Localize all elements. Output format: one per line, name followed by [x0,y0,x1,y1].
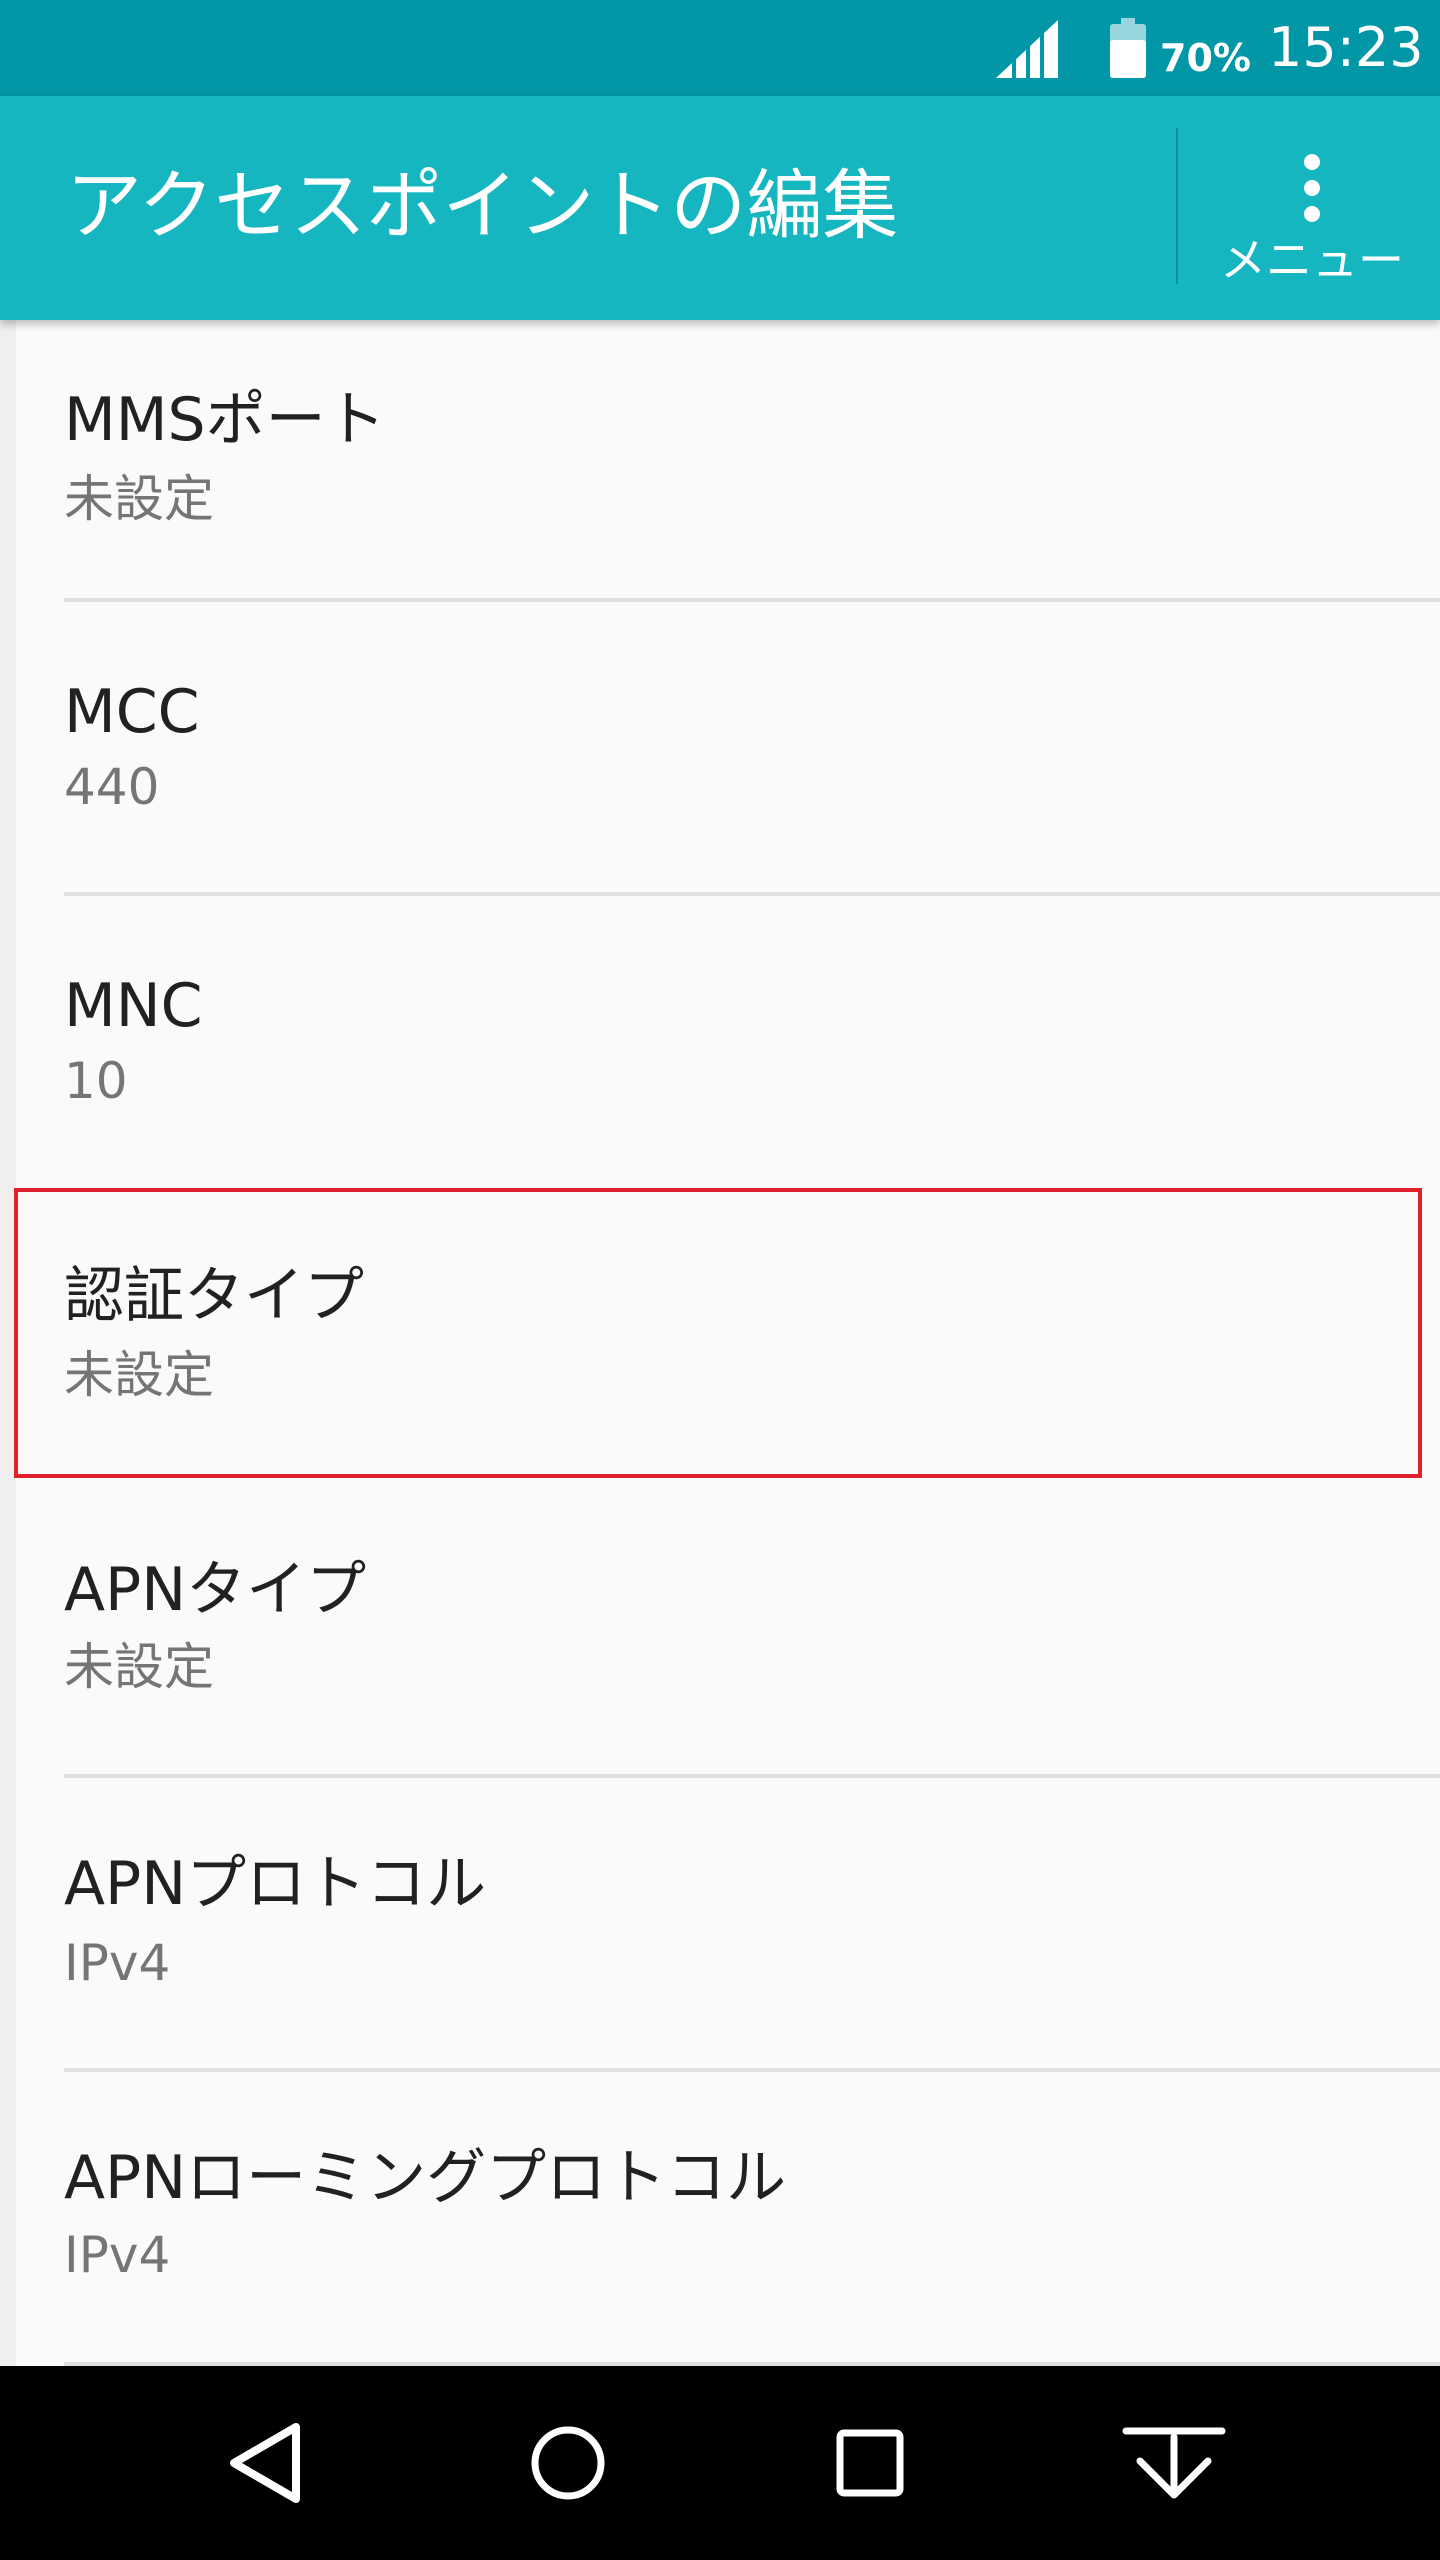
setting-title: APNローミングプロトコル [64,2143,787,2213]
home-icon [531,2426,605,2500]
menu-button[interactable]: メニュー [1184,96,1440,320]
page-title: アクセスポイントの編集 [66,161,899,250]
setting-value: 未設定 [64,1638,214,1696]
setting-title: MNC [64,971,203,1041]
setting-apn-protocol[interactable]: APNプロトコル IPv4 [16,1778,1424,2072]
navigation-bar [0,2366,1440,2560]
clock: 15:23 [1268,16,1424,79]
app-bar: アクセスポイントの編集 メニュー [0,96,1440,320]
setting-value: 未設定 [64,1346,214,1404]
setting-value: IPv4 [64,2226,171,2284]
recents-icon [836,2429,904,2497]
battery-icon [1110,18,1146,78]
setting-title: MMSポート [64,385,386,455]
setting-apn-roaming-protocol[interactable]: APNローミングプロトコル IPv4 [16,2072,1424,2366]
more-vert-icon [1304,154,1320,222]
hide-keyboard-button[interactable] [1074,2366,1274,2560]
setting-value: IPv4 [64,1934,171,1992]
recents-button[interactable] [770,2366,970,2560]
setting-title: APNタイプ [64,1555,367,1625]
setting-title: APNプロトコル [64,1849,487,1919]
setting-value: 440 [64,758,160,816]
home-button[interactable] [468,2366,668,2560]
hide-keyboard-icon [1122,2427,1226,2499]
setting-mnc[interactable]: MNC 10 [16,896,1424,1190]
setting-mms-port[interactable]: MMSポート 未設定 [16,320,1424,614]
app-bar-divider [1176,128,1178,284]
setting-value: 10 [64,1052,128,1110]
menu-label: メニュー [1220,233,1404,287]
back-icon [230,2423,300,2503]
setting-auth-type[interactable]: 認証タイプ 未設定 [16,1190,1424,1484]
setting-value: 未設定 [64,470,214,528]
setting-title: 認証タイプ [64,1261,364,1331]
setting-title: MCC [64,677,200,747]
signal-icon [996,20,1058,78]
screen: 70% 15:23 アクセスポイントの編集 メニュー MMSポート 未設定 MC… [0,0,1440,2560]
status-bar: 70% 15:23 [0,0,1440,96]
setting-apn-type[interactable]: APNタイプ 未設定 [16,1484,1424,1778]
battery-percent: 70% [1160,36,1251,80]
setting-mcc[interactable]: MCC 440 [16,602,1424,896]
back-button[interactable] [166,2366,366,2560]
settings-list: MMSポート 未設定 MCC 440 MNC 10 認証タイプ 未設定 APNタ… [16,320,1440,2366]
